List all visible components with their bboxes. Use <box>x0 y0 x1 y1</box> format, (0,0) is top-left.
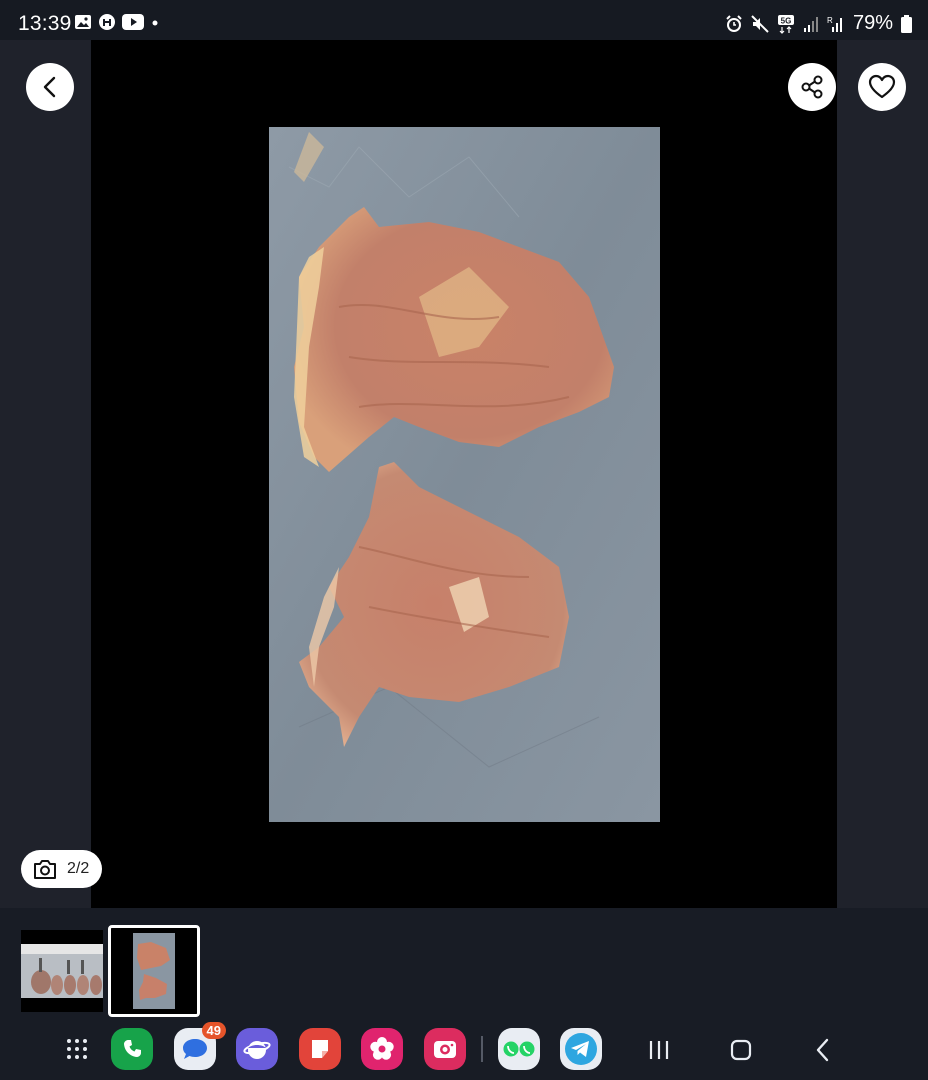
signal-r-icon: R <box>827 16 842 32</box>
thumbnail-2-selected[interactable] <box>108 925 200 1017</box>
chevron-left-icon <box>43 76 56 98</box>
ai-icon <box>99 14 115 30</box>
recents-icon <box>649 1041 669 1059</box>
whatsapp-dual-app[interactable] <box>498 1028 540 1070</box>
status-time: 13:39 <box>18 12 72 35</box>
mute-icon <box>751 14 769 33</box>
status-right: 5G R 79% <box>725 12 912 35</box>
messages-icon <box>183 1039 207 1059</box>
youtube-icon <box>122 14 144 30</box>
notes-app[interactable] <box>299 1028 341 1070</box>
product-photo[interactable] <box>269 127 660 822</box>
status-bar: 13:39 5G R 79% <box>0 0 928 40</box>
telegram-app[interactable] <box>560 1028 602 1070</box>
thumbnail-strip <box>0 908 928 1018</box>
5g-icon: 5G <box>777 14 794 34</box>
status-left-icons <box>74 13 160 31</box>
taskbar: 49 <box>0 1018 928 1080</box>
apps-grid-button[interactable] <box>56 1028 98 1070</box>
chicken-thighs-image <box>269 127 660 822</box>
favorite-button[interactable] <box>858 63 906 111</box>
camera-icon <box>34 860 56 879</box>
internet-icon <box>243 1041 271 1059</box>
home-icon <box>730 1039 752 1061</box>
messages-app[interactable]: 49 <box>174 1022 226 1070</box>
packaged-meat-thumbnail <box>21 930 103 1012</box>
svg-text:R: R <box>827 16 833 25</box>
recents-button[interactable] <box>639 1032 679 1068</box>
phone-app[interactable] <box>111 1028 153 1070</box>
signal-icon <box>803 16 818 32</box>
photo-counter[interactable]: 2/2 <box>21 850 102 888</box>
taskbar-divider <box>481 1036 483 1062</box>
viewer-left-margin <box>0 40 91 908</box>
apps-grid-icon <box>67 1039 87 1059</box>
share-icon <box>801 75 823 99</box>
dot-icon <box>152 20 158 26</box>
gallery-icon <box>75 15 91 29</box>
svg-text:5G: 5G <box>781 16 792 25</box>
messages-badge: 49 <box>201 1022 226 1039</box>
camera-app-icon <box>434 1041 456 1058</box>
alarm-icon <box>726 14 742 32</box>
nav-back-button[interactable] <box>803 1032 843 1068</box>
battery-percentage: 79% <box>852 12 893 34</box>
internet-app[interactable] <box>236 1028 278 1070</box>
battery-icon <box>901 14 912 33</box>
phone-icon <box>124 1040 141 1057</box>
back-icon <box>816 1038 829 1062</box>
chicken-thighs-thumbnail <box>111 928 197 1014</box>
viewer-right-margin <box>837 40 928 908</box>
whatsapp-icon <box>503 1041 535 1057</box>
camera-app[interactable] <box>424 1028 466 1070</box>
photo-counter-text: 2/2 <box>67 860 90 877</box>
back-button[interactable] <box>26 63 74 111</box>
home-button[interactable] <box>721 1032 761 1068</box>
telegram-icon <box>565 1033 597 1065</box>
heart-icon <box>868 74 896 99</box>
notes-icon <box>312 1040 328 1058</box>
share-button[interactable] <box>788 63 836 111</box>
thumbnail-1[interactable] <box>21 930 103 1012</box>
gallery-app[interactable] <box>361 1028 403 1070</box>
flower-icon <box>370 1037 394 1060</box>
